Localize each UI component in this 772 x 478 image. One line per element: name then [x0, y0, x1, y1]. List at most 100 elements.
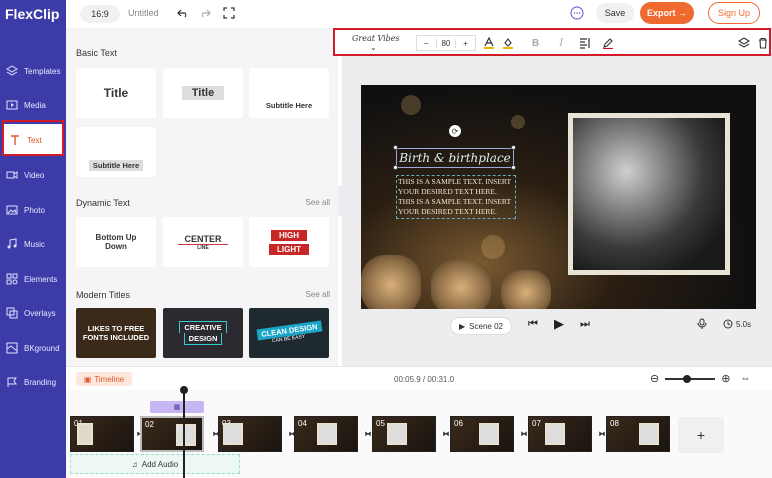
- fill-color-icon[interactable]: [501, 36, 515, 50]
- playhead[interactable]: [180, 386, 188, 478]
- transition-icon[interactable]: ⧓: [598, 430, 606, 438]
- video-canvas[interactable]: ⟳ Birth & birthplace THIS IS A SAMPLE TE…: [361, 85, 756, 309]
- resize-handle[interactable]: [393, 145, 398, 150]
- timeline-clip-02[interactable]: 02: [140, 416, 204, 452]
- basic-text-card-subtitle[interactable]: Subtitle Here: [249, 68, 329, 118]
- timeline-tracks: ▦ 01 ⧓ 02 ⧓ 03 ⧓ 04 ⧓ 05 ⧓ 06 ⧓ 07 ⧓ 08 …: [66, 386, 772, 478]
- modern-card-creative-design[interactable]: CREATIVE DESIGN: [163, 308, 243, 358]
- bold-icon[interactable]: B: [529, 36, 543, 50]
- playhead-knob[interactable]: [180, 386, 188, 394]
- timeline-clip-03[interactable]: 03: [218, 416, 282, 452]
- resize-handle[interactable]: [511, 165, 516, 170]
- dynamic-see-all-link[interactable]: See all: [306, 198, 330, 207]
- clip-thumbnail: [317, 423, 337, 445]
- font-size-decrease-button[interactable]: −: [417, 39, 436, 48]
- aspect-ratio-button[interactable]: 16:9: [80, 5, 120, 23]
- modern-card-clean-design[interactable]: CLEAN DESIGN CAN BE EASY: [249, 308, 329, 358]
- dynamic-card-highlight[interactable]: HIGH LIGHT: [249, 217, 329, 267]
- nav-item-branding[interactable]: Branding: [0, 366, 66, 398]
- timeline-clip-07[interactable]: 07: [528, 416, 592, 452]
- timeline-clip-06[interactable]: 06: [450, 416, 514, 452]
- nav-item-media[interactable]: Media: [0, 89, 66, 121]
- modern-card-free-fonts[interactable]: LIKES TO FREE FONTS INCLUDED: [76, 308, 156, 358]
- zoom-slider[interactable]: [665, 374, 716, 383]
- basic-text-card-title[interactable]: Title: [76, 68, 156, 118]
- nav-item-video[interactable]: Video: [0, 159, 66, 191]
- delete-icon[interactable]: [756, 36, 770, 50]
- play-icon[interactable]: ▶: [554, 316, 564, 332]
- timeline-toggle[interactable]: ▣ Timeline: [76, 372, 132, 386]
- italic-icon[interactable]: I: [554, 36, 568, 50]
- rotate-icon[interactable]: ⟳: [449, 125, 461, 137]
- dynamic-text-heading: Dynamic Text: [76, 198, 130, 208]
- fit-timeline-icon[interactable]: ⇔: [740, 373, 750, 384]
- nav-item-elements[interactable]: Elements: [0, 263, 66, 295]
- chevron-down-icon: ⌄: [370, 43, 377, 52]
- clock-icon: [723, 319, 733, 329]
- resize-handle[interactable]: [511, 145, 516, 150]
- zoom-slider-knob[interactable]: [683, 374, 692, 383]
- scene-duration[interactable]: 5.0s: [723, 319, 751, 329]
- background-icon: [6, 342, 18, 354]
- dynamic-card-bottom-up[interactable]: Bottom Up Down: [76, 217, 156, 267]
- basic-text-card-subtitle-bg[interactable]: Subtitle Here: [76, 127, 156, 177]
- canvas-title-text[interactable]: Birth & birthplace: [396, 148, 514, 168]
- nav-item-templates[interactable]: Templates: [0, 55, 66, 87]
- undo-icon[interactable]: [176, 6, 190, 20]
- layers-icon[interactable]: [737, 36, 751, 50]
- scene-button[interactable]: ▶ Scene 02: [450, 317, 512, 335]
- zoom-in-icon[interactable]: ⊕: [721, 372, 730, 385]
- baby-photo-frame[interactable]: [568, 113, 730, 275]
- timeline-clip-01[interactable]: 01: [70, 416, 134, 452]
- edit-pen-icon[interactable]: [601, 36, 615, 50]
- signup-button[interactable]: Sign Up: [708, 2, 760, 24]
- nav-label-video: Video: [24, 170, 45, 180]
- microphone-icon[interactable]: [697, 318, 707, 333]
- timeline-clip-04[interactable]: 04: [294, 416, 358, 452]
- zoom-out-icon[interactable]: ⊖: [650, 372, 659, 385]
- music-icon: [7, 238, 17, 249]
- timeline-icon: ▣: [83, 374, 92, 384]
- font-size-stepper[interactable]: − 80 +: [415, 35, 476, 51]
- project-title[interactable]: Untitled: [128, 8, 159, 18]
- text-color-icon[interactable]: [482, 36, 496, 50]
- timeline-clip-08[interactable]: 08: [606, 416, 670, 452]
- text-layer-clip[interactable]: ▦: [150, 401, 204, 413]
- font-size-value[interactable]: 80: [435, 38, 457, 48]
- nav-item-music[interactable]: Music: [0, 228, 66, 260]
- timeline-clip-05[interactable]: 05: [372, 416, 436, 452]
- add-audio-button[interactable]: ♫ Add Audio: [70, 454, 240, 474]
- branding-icon: [7, 377, 17, 387]
- font-size-increase-button[interactable]: +: [456, 39, 475, 48]
- card-label: CENTER: [178, 234, 228, 245]
- next-scene-icon[interactable]: ⏭: [580, 318, 590, 331]
- save-button[interactable]: Save: [596, 3, 634, 23]
- modern-see-all-link[interactable]: See all: [306, 290, 330, 299]
- transition-icon[interactable]: ⧓: [520, 430, 528, 438]
- fullscreen-icon[interactable]: [222, 6, 236, 20]
- nav-item-photo[interactable]: Photo: [0, 194, 66, 226]
- align-icon[interactable]: [578, 36, 592, 50]
- nav-item-overlays[interactable]: Overlays: [0, 297, 66, 329]
- dynamic-card-center-line[interactable]: CENTER LINE: [163, 217, 243, 267]
- redo-icon[interactable]: [198, 6, 212, 20]
- add-clip-button[interactable]: +: [678, 417, 724, 453]
- transition-icon[interactable]: ⧓: [442, 430, 450, 438]
- chat-icon[interactable]: [570, 6, 584, 23]
- clip-thumbnail: [545, 423, 565, 445]
- nav-label-photo: Photo: [24, 205, 45, 215]
- text-panel: Basic Text Title Title Subtitle Here Sub…: [66, 28, 338, 366]
- elements-icon: [6, 273, 18, 285]
- previous-scene-icon[interactable]: ⏮: [528, 318, 538, 331]
- nav-item-bkground[interactable]: BKground: [0, 332, 66, 364]
- nav-item-text[interactable]: Text: [3, 124, 63, 156]
- export-button[interactable]: Export →: [640, 2, 694, 24]
- font-family-select[interactable]: Great Vibes ⌄: [352, 34, 410, 52]
- resize-handle[interactable]: [393, 165, 398, 170]
- music-note-icon: ♫: [131, 459, 138, 469]
- clip-number: 06: [454, 419, 463, 428]
- clip-thumbnail: [639, 423, 659, 445]
- transition-icon[interactable]: ⧓: [364, 430, 372, 438]
- basic-text-card-title-bg[interactable]: Title: [163, 68, 243, 118]
- canvas-body-text[interactable]: THIS IS A SAMPLE TEXT. INSERT YOUR DESIR…: [396, 175, 516, 219]
